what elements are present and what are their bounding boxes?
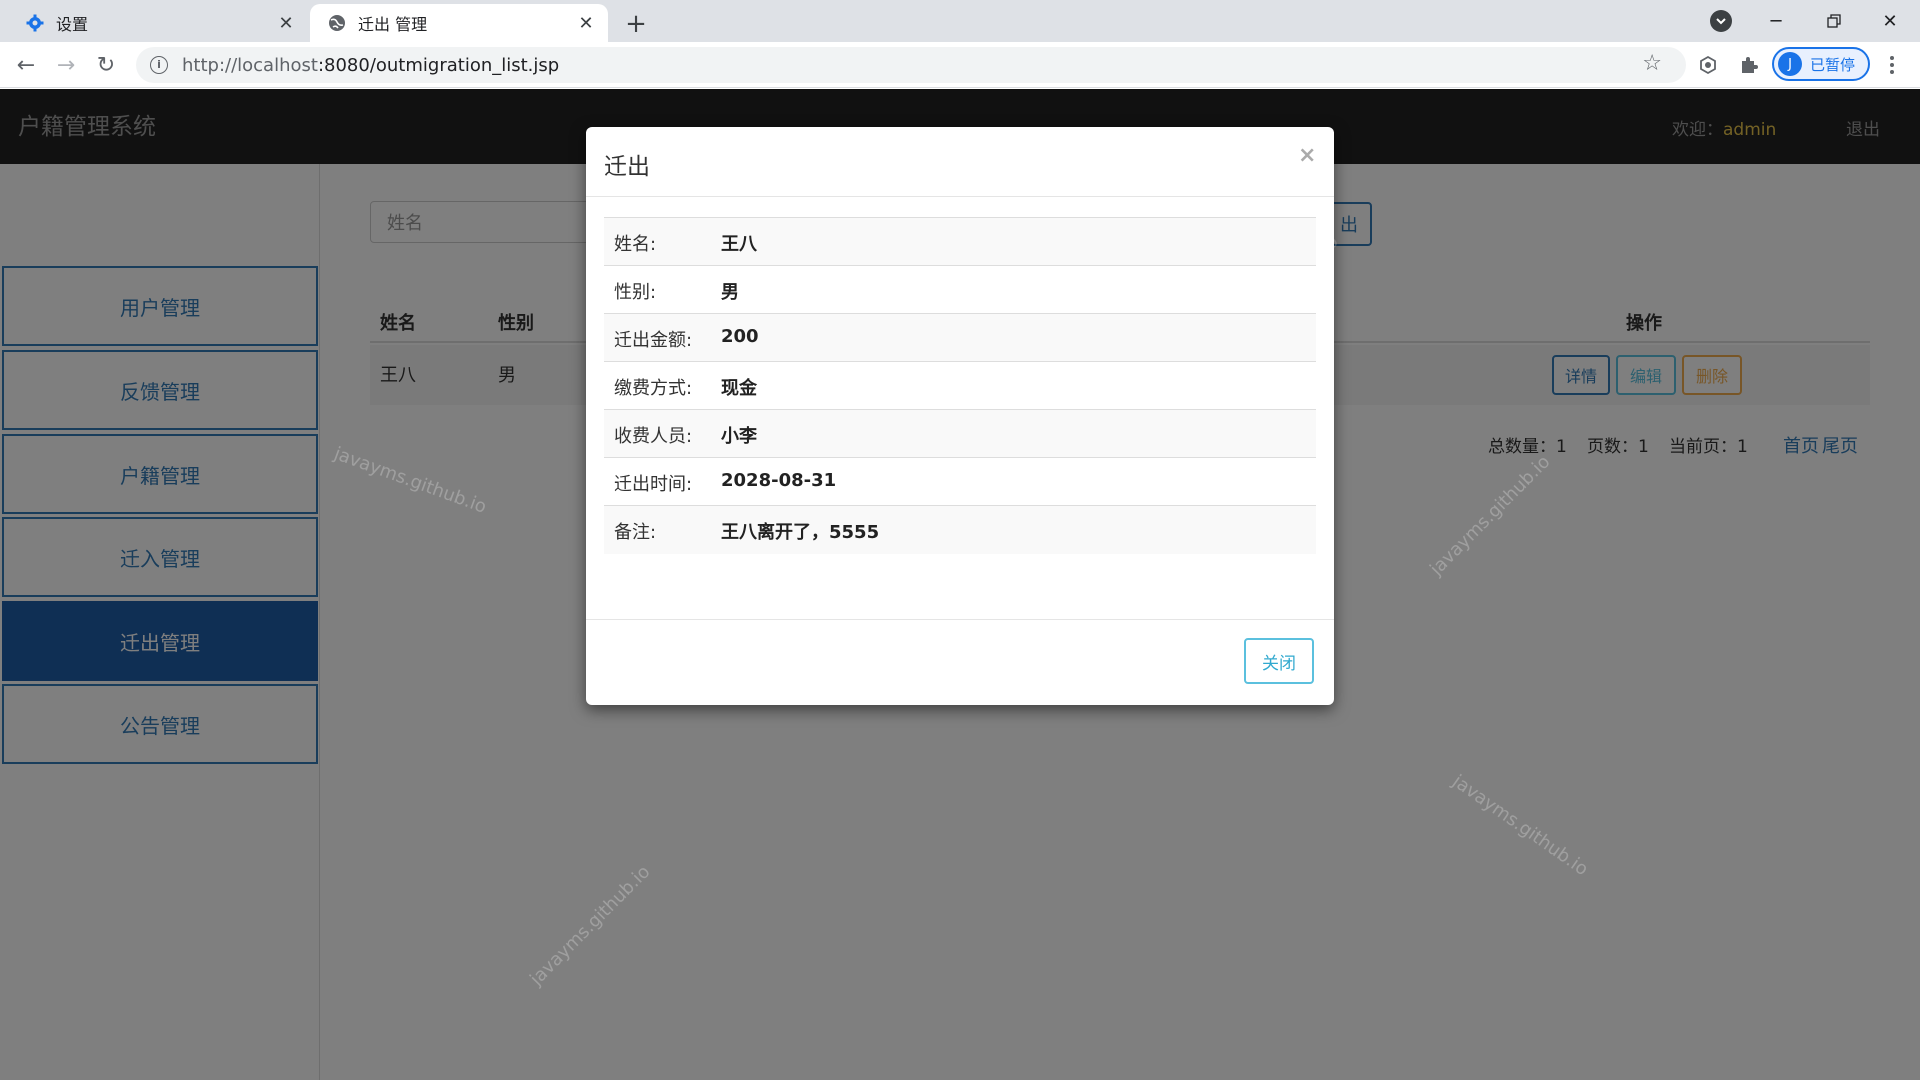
detail-table: 姓名: 王八 性别: 男 迁出金额: 200 缴费方式: 现金 收费人员: 小李…	[604, 217, 1316, 554]
detail-key: 备注:	[614, 522, 657, 543]
tab-outmigration[interactable]: 迁出 管理 ✕	[310, 4, 608, 42]
detail-key: 缴费方式:	[614, 378, 693, 399]
detail-value: 王八离开了，5555	[721, 522, 880, 543]
tab-settings[interactable]: 设置 ✕	[8, 4, 308, 42]
close-button[interactable]: 关闭	[1244, 638, 1314, 684]
close-icon[interactable]: ×	[1298, 143, 1316, 168]
detail-value: 200	[721, 326, 759, 347]
detail-key: 收费人员:	[614, 426, 693, 447]
extension-icon[interactable]	[1697, 54, 1719, 76]
puzzle-icon[interactable]	[1738, 54, 1760, 76]
detail-modal: 迁出 × 姓名: 王八 性别: 男 迁出金额: 200 缴费方式: 现金 收费人…	[586, 127, 1334, 705]
detail-row-payment-method: 缴费方式: 现金	[604, 362, 1316, 410]
browser-tab-bar: 设置 ✕ 迁出 管理 ✕ + ─ ✕	[0, 0, 1920, 42]
globe-icon	[328, 14, 346, 32]
avatar: J	[1778, 52, 1802, 76]
url-text: http://localhost:8080/outmigration_list.…	[182, 54, 560, 76]
tab-search-icon[interactable]	[1710, 10, 1732, 32]
info-icon[interactable]: i	[150, 56, 168, 74]
detail-key: 迁出金额:	[614, 330, 693, 351]
close-icon[interactable]: ✕	[574, 11, 598, 35]
close-icon[interactable]: ✕	[274, 11, 298, 35]
detail-key: 迁出时间:	[614, 474, 693, 495]
address-bar[interactable]: i http://localhost:8080/outmigration_lis…	[136, 47, 1686, 83]
gear-icon	[26, 14, 44, 32]
detail-row-name: 姓名: 王八	[604, 218, 1316, 266]
modal-footer: 关闭	[586, 619, 1334, 705]
detail-row-date: 迁出时间: 2028-08-31	[604, 458, 1316, 506]
detail-value: 2028-08-31	[721, 470, 837, 491]
detail-key: 姓名:	[614, 234, 657, 255]
detail-value: 小李	[721, 426, 757, 447]
bookmark-star-icon[interactable]: ☆	[1642, 51, 1662, 76]
modal-header: 迁出 ×	[586, 127, 1334, 197]
tab-title: 设置	[56, 15, 89, 34]
forward-arrow-icon[interactable]: →	[50, 49, 82, 81]
more-menu-icon[interactable]	[1880, 52, 1904, 78]
new-tab-plus-icon[interactable]: +	[620, 8, 652, 40]
modal-title: 迁出	[604, 154, 650, 180]
detail-row-gender: 性别: 男	[604, 266, 1316, 314]
detail-value: 男	[721, 282, 739, 303]
detail-row-amount: 迁出金额: 200	[604, 314, 1316, 362]
detail-key: 性别:	[614, 282, 657, 303]
browser-toolbar: ← → ↻ i http://localhost:8080/outmigrati…	[0, 42, 1920, 88]
detail-value: 王八	[721, 234, 757, 255]
detail-row-remark: 备注: 王八离开了，5555	[604, 506, 1316, 554]
window-close-icon[interactable]: ✕	[1870, 6, 1910, 36]
back-arrow-icon[interactable]: ←	[10, 49, 42, 81]
profile-status: 已暂停	[1810, 55, 1856, 74]
detail-row-collector: 收费人员: 小李	[604, 410, 1316, 458]
minimize-icon[interactable]: ─	[1756, 6, 1796, 36]
reload-icon[interactable]: ↻	[90, 49, 122, 81]
profile-button[interactable]: J 已暂停	[1772, 47, 1870, 81]
tab-title: 迁出 管理	[358, 15, 428, 34]
detail-value: 现金	[721, 378, 757, 399]
restore-icon[interactable]	[1814, 6, 1854, 36]
